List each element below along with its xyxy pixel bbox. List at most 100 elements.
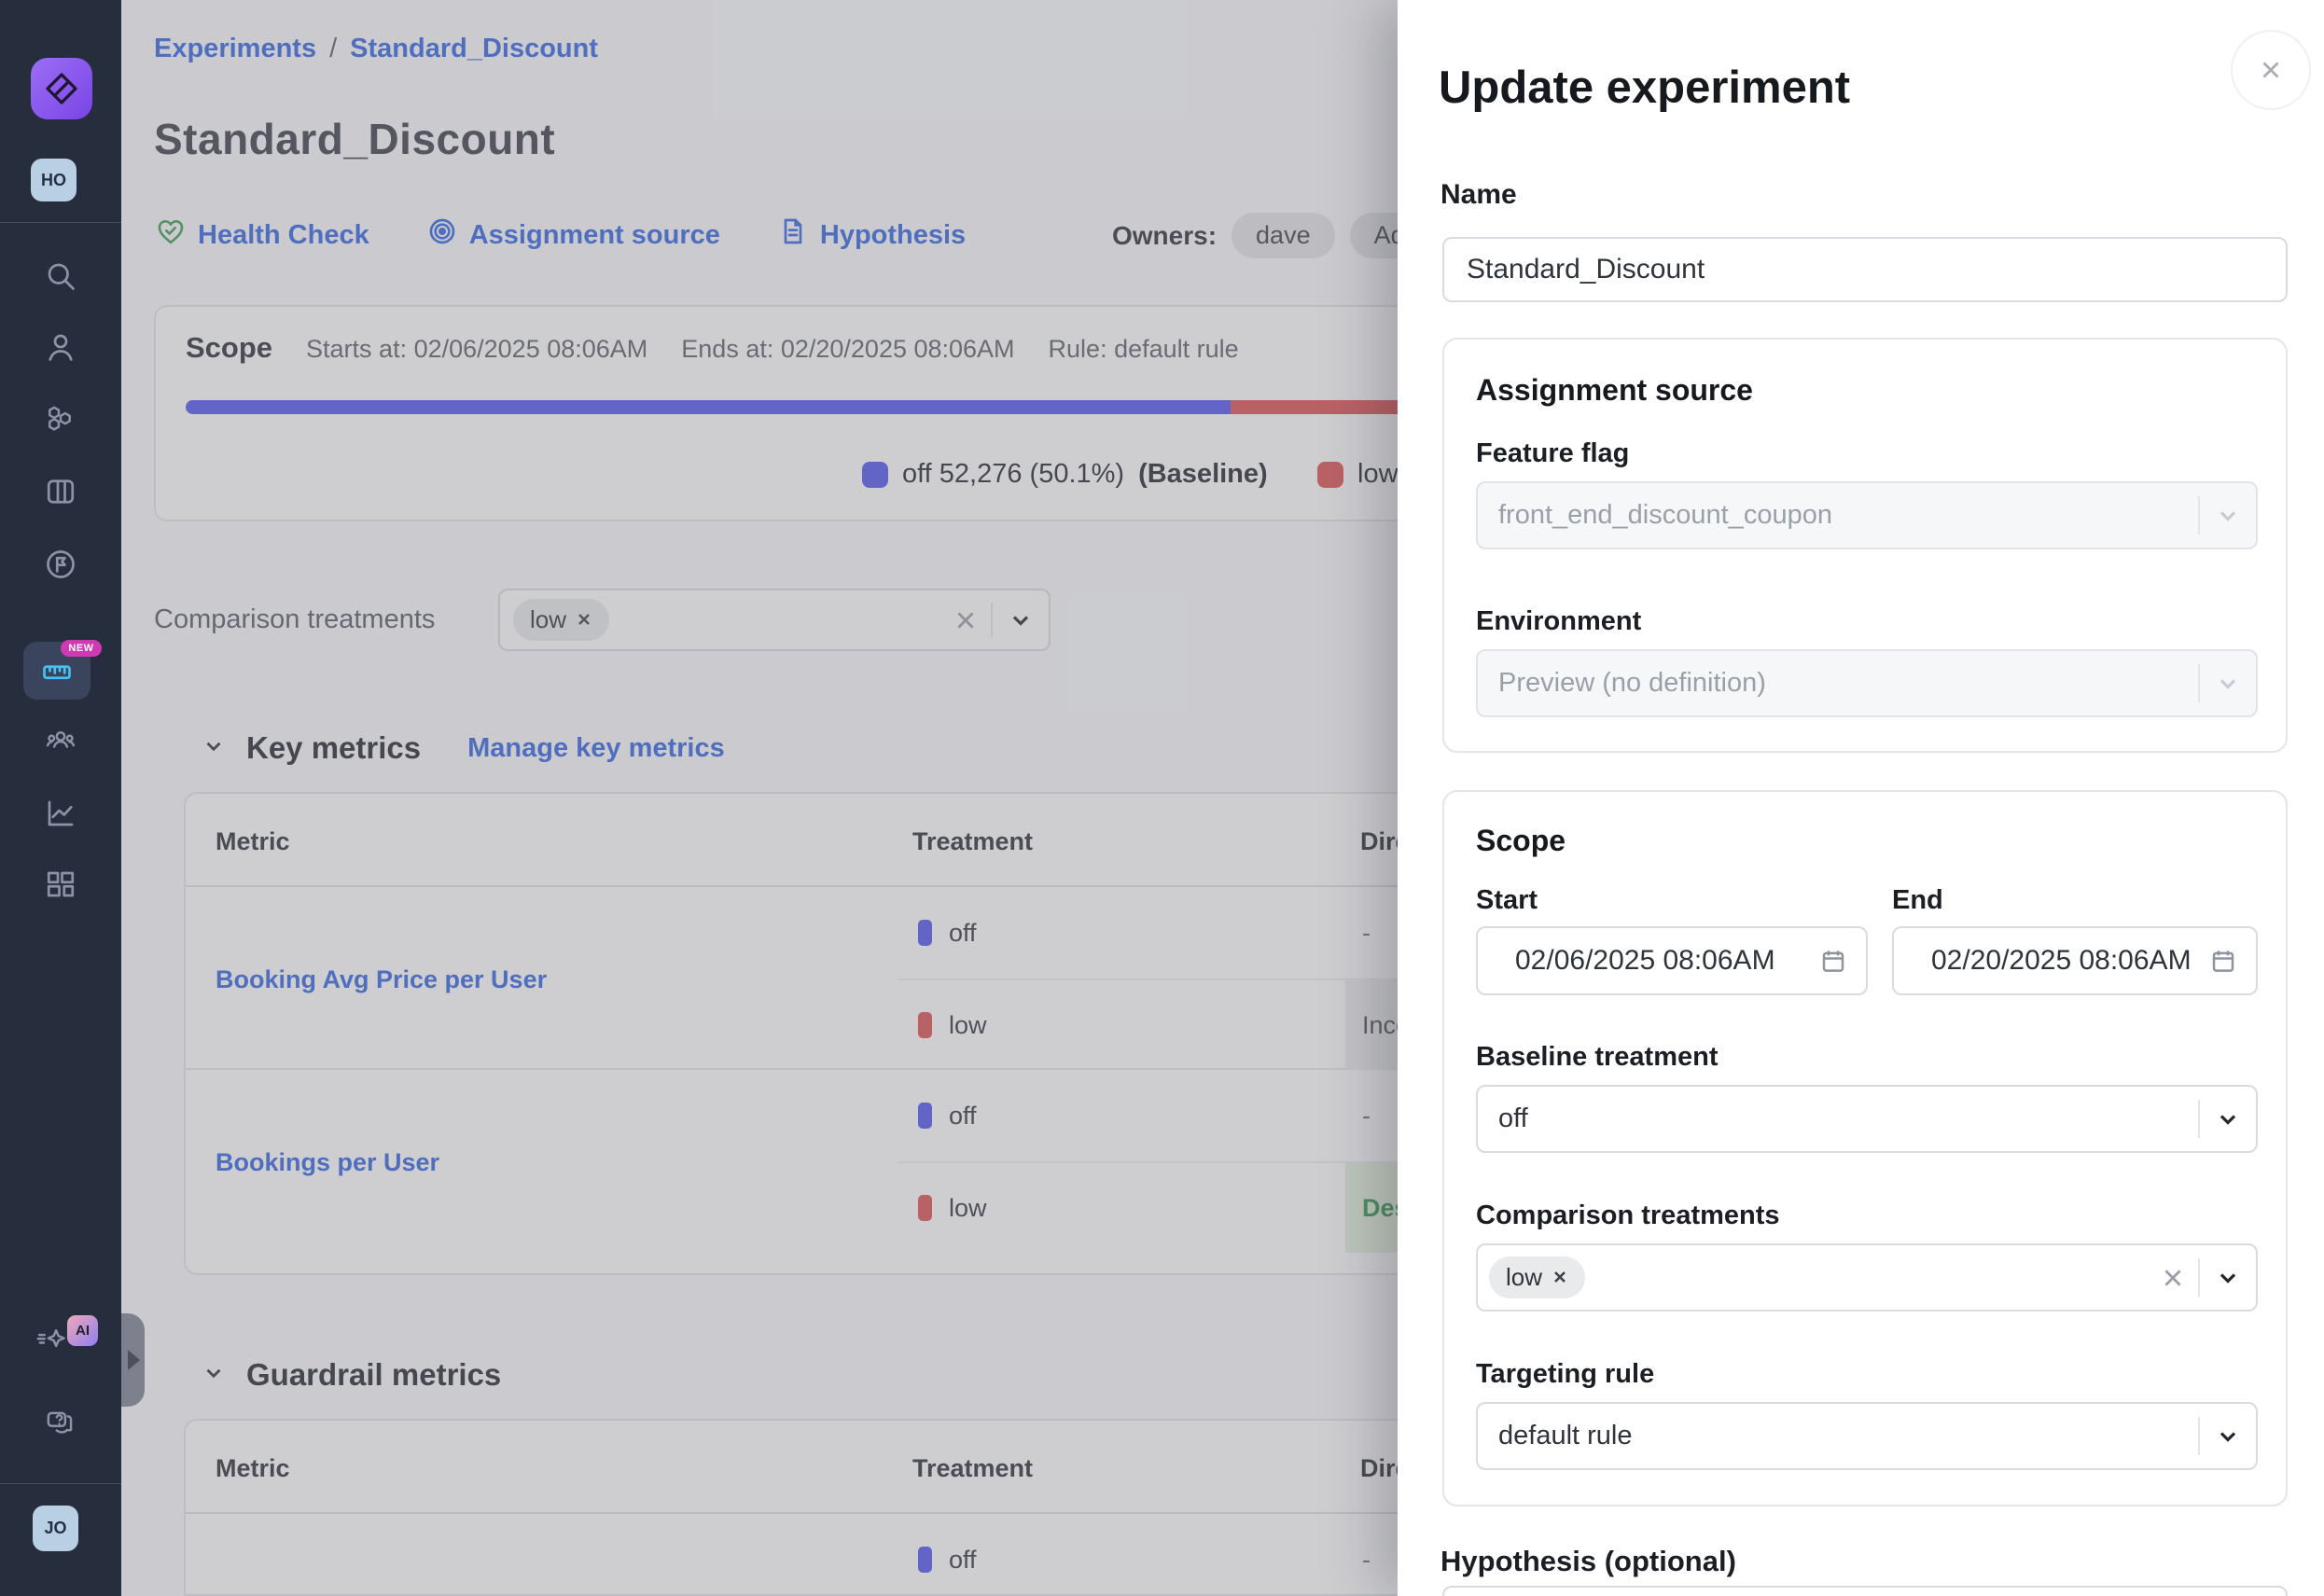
manage-key-metrics-link[interactable]: Manage key metrics [467,733,725,764]
treatment-color-chip [918,1103,932,1129]
breadcrumb-experiments[interactable]: Experiments [154,34,316,64]
treatment-tag-low[interactable]: low [513,599,609,641]
legend-swatch-low [1317,462,1343,488]
hypothesis-link[interactable]: Hypothesis [778,216,966,254]
assignment-source-card: Assignment source Feature flag front_end… [1442,338,2288,753]
ai-sparkle-icon[interactable] [35,1323,69,1356]
comparison-treatments-select-drawer[interactable]: low [1476,1243,2258,1311]
start-date-input[interactable]: 02/06/2025 08:06AM [1476,926,1868,995]
assignment-source-heading: Assignment source [1476,373,1753,408]
assignment-source-label: Assignment source [469,220,720,251]
update-experiment-drawer: Update experiment Name Standard_Discount… [1398,0,2324,1596]
targeting-rule-label: Targeting rule [1476,1359,1654,1390]
owners-label: Owners: [1112,221,1217,251]
feature-flag-select[interactable]: front_end_discount_coupon [1476,481,2258,549]
tag-remove-icon[interactable] [1552,1263,1568,1292]
tag-remove-icon[interactable] [576,605,592,634]
end-date-input[interactable]: 02/20/2025 08:06AM [1892,926,2258,995]
bar-segment-off [186,400,1231,414]
col-metric: Metric [216,1454,290,1483]
treatment-tag-label: low [530,605,566,634]
treatment-tag-low[interactable]: low [1489,1256,1585,1298]
chevron-down-icon[interactable] [2200,1423,2256,1450]
comparison-treatments-select[interactable]: low [498,589,1051,651]
comparison-treatments-label: Comparison treatments [154,604,435,635]
assignment-source-link[interactable]: Assignment source [427,216,720,254]
start-label: Start [1476,885,1538,916]
baseline-treatment-label: Baseline treatment [1476,1042,1719,1073]
environment-select[interactable]: Preview (no definition) [1476,649,2258,717]
treatment-color-chip [918,920,932,946]
health-check-link[interactable]: Health Check [156,216,369,254]
user-avatar[interactable]: JO [33,1506,78,1551]
drawer-title: Update experiment [1439,62,1850,114]
breadcrumb: Experiments / Standard_Discount [154,34,598,64]
scope-summary-line: Scope Starts at: 02/06/2025 08:06AM Ends… [186,331,1239,365]
owner-chip-dave[interactable]: dave [1232,213,1335,258]
select-chevron-icon[interactable] [993,607,1049,633]
collapse-chevron-icon[interactable] [202,1361,226,1390]
feature-flag-label: Feature flag [1476,438,1629,469]
calendar-icon [2209,947,2237,975]
chart-icon[interactable] [44,797,77,830]
flag-circle-icon[interactable] [44,548,77,581]
metric-link[interactable]: Bookings per User [216,1148,439,1177]
breadcrumb-separator: / [329,34,337,64]
help-chat-icon[interactable] [44,1407,77,1440]
search-icon[interactable] [44,259,77,293]
hexagons-icon[interactable] [44,403,77,437]
scope-rule: Rule: default rule [1049,335,1239,364]
name-label: Name [1440,179,1517,211]
collapse-chevron-icon[interactable] [202,734,226,763]
scope-starts: Starts at: 02/06/2025 08:06AM [306,335,647,364]
health-check-label: Health Check [198,220,369,251]
close-button[interactable] [2231,30,2311,110]
sidebar-collapse-handle[interactable] [121,1313,145,1407]
new-badge: NEW [61,640,102,657]
dashboard-icon[interactable] [44,867,77,901]
guardrail-metrics-title: Guardrail metrics [246,1357,501,1393]
select-clear-icon[interactable] [940,608,991,632]
baseline-treatment-value: off [1498,1103,1528,1134]
treatment-name: off [949,1546,977,1575]
feature-flag-value: front_end_discount_coupon [1498,500,1832,531]
name-input[interactable]: Standard_Discount [1442,237,2288,302]
target-icon [427,216,457,254]
chevron-down-icon[interactable] [2200,1106,2256,1132]
select-clear-icon[interactable] [2148,1266,2198,1290]
treatment-color-chip [918,1195,932,1221]
calendar-icon [1819,947,1847,975]
scope-card-drawer: Scope Start End 02/06/2025 08:06AM 02/20… [1442,790,2288,1506]
ai-badge: AI [67,1315,98,1346]
user-icon[interactable] [44,330,77,364]
end-label: End [1892,885,1943,916]
team-icon[interactable] [44,725,77,758]
close-icon [2257,56,2285,84]
targeting-rule-select[interactable]: default rule [1476,1402,2258,1470]
hypothesis-input[interactable] [1442,1586,2288,1596]
legend-text-low: low [1357,459,1399,490]
workspace-badge[interactable]: HO [31,159,77,201]
treatment-color-chip [918,1547,932,1573]
legend-swatch-off [862,462,888,488]
chevron-down-icon [2200,671,2256,697]
treatment-tag-label: low [1506,1263,1542,1292]
baseline-treatment-select[interactable]: off [1476,1085,2258,1153]
sidebar: HO NEW [0,0,121,1596]
columns-icon[interactable] [44,475,77,508]
chevron-down-icon[interactable] [2200,1265,2256,1291]
eppo-logo[interactable] [31,58,92,119]
legend-text-off: off 52,276 (50.1%) [902,459,1124,490]
legend-baseline-tag: (Baseline) [1138,459,1268,490]
key-metrics-header: Key metrics Manage key metrics [202,730,725,766]
page-title: Standard_Discount [154,114,555,164]
metric-link[interactable]: Booking Avg Price per User [216,965,547,994]
treatment-name: off [949,919,977,948]
heart-check-icon [156,216,186,254]
scope-heading: Scope [1476,824,1566,858]
hypothesis-optional-label: Hypothesis (optional) [1440,1545,1736,1578]
treatment-name: off [949,1102,977,1131]
scope-ends: Ends at: 02/20/2025 08:06AM [681,335,1014,364]
breadcrumb-current[interactable]: Standard_Discount [350,34,598,64]
scope-title: Scope [186,331,272,365]
